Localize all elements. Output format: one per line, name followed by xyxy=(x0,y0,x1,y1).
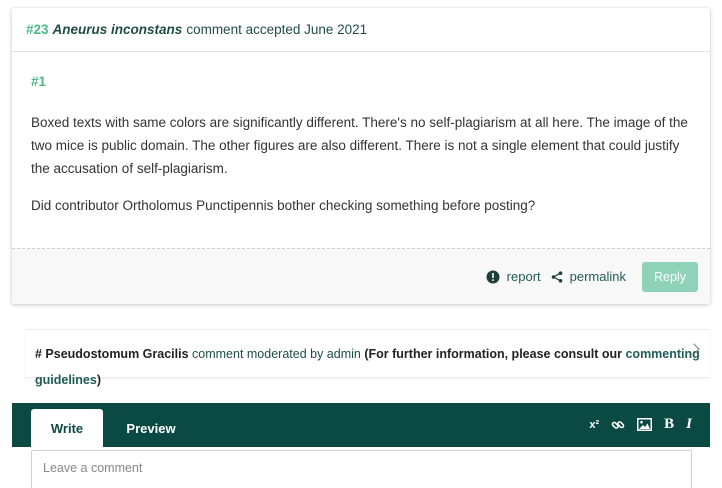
italic-icon[interactable]: I xyxy=(686,416,692,433)
editor-tabs: Write Preview xyxy=(31,409,199,447)
moderated-comment-notice: # Pseudostomum Gracilis comment moderate… xyxy=(25,329,710,387)
close-paren: ) xyxy=(96,373,101,387)
permalink-link[interactable]: permalink xyxy=(551,269,626,284)
comment-paragraph: Boxed texts with same colors are signifi… xyxy=(31,115,688,176)
share-icon xyxy=(551,270,563,283)
moderated-info: (For further information, please consult… xyxy=(364,347,622,361)
comment-paragraph: Did contributor Ortholomus Punctipennis … xyxy=(31,198,536,213)
reply-number: #1 xyxy=(31,74,47,89)
report-label: report xyxy=(506,269,541,284)
editor-area xyxy=(12,447,710,488)
comment-card: #23 Aneurus inconstans comment accepted … xyxy=(12,8,710,304)
comment-body: #1 Boxed texts with same colors are sign… xyxy=(12,52,710,217)
image-icon[interactable] xyxy=(637,418,653,431)
comment-author[interactable]: Aneurus inconstans xyxy=(53,22,183,37)
moderated-line-1: # Pseudostomum Gracilis comment moderate… xyxy=(35,341,700,367)
moderated-author: # Pseudostomum Gracilis xyxy=(35,347,189,361)
exclamation-circle-icon xyxy=(486,270,500,284)
comment-status: comment accepted June 2021 xyxy=(186,22,368,37)
tab-preview[interactable]: Preview xyxy=(103,409,199,447)
moderated-line-2: guidelines) xyxy=(35,367,101,393)
comment-editor: Write Preview x² B I xyxy=(12,403,710,488)
comment-textarea[interactable] xyxy=(31,450,692,488)
editor-toolbar: x² B I xyxy=(577,416,692,433)
guidelines-link[interactable]: guidelines xyxy=(35,373,97,387)
report-link[interactable]: report xyxy=(486,269,541,284)
comment-footer: report permalink Reply xyxy=(12,248,710,304)
moderated-status: comment moderated by admin xyxy=(192,347,361,361)
comment-header: #23 Aneurus inconstans comment accepted … xyxy=(12,8,710,52)
tab-write[interactable]: Write xyxy=(31,409,103,447)
bold-icon[interactable]: B xyxy=(664,416,674,433)
comment-number: #23 xyxy=(26,22,49,37)
superscript-icon[interactable]: x² xyxy=(589,419,599,431)
reply-button[interactable]: Reply xyxy=(642,261,698,292)
link-icon[interactable] xyxy=(611,418,625,432)
permalink-label: permalink xyxy=(569,269,626,284)
